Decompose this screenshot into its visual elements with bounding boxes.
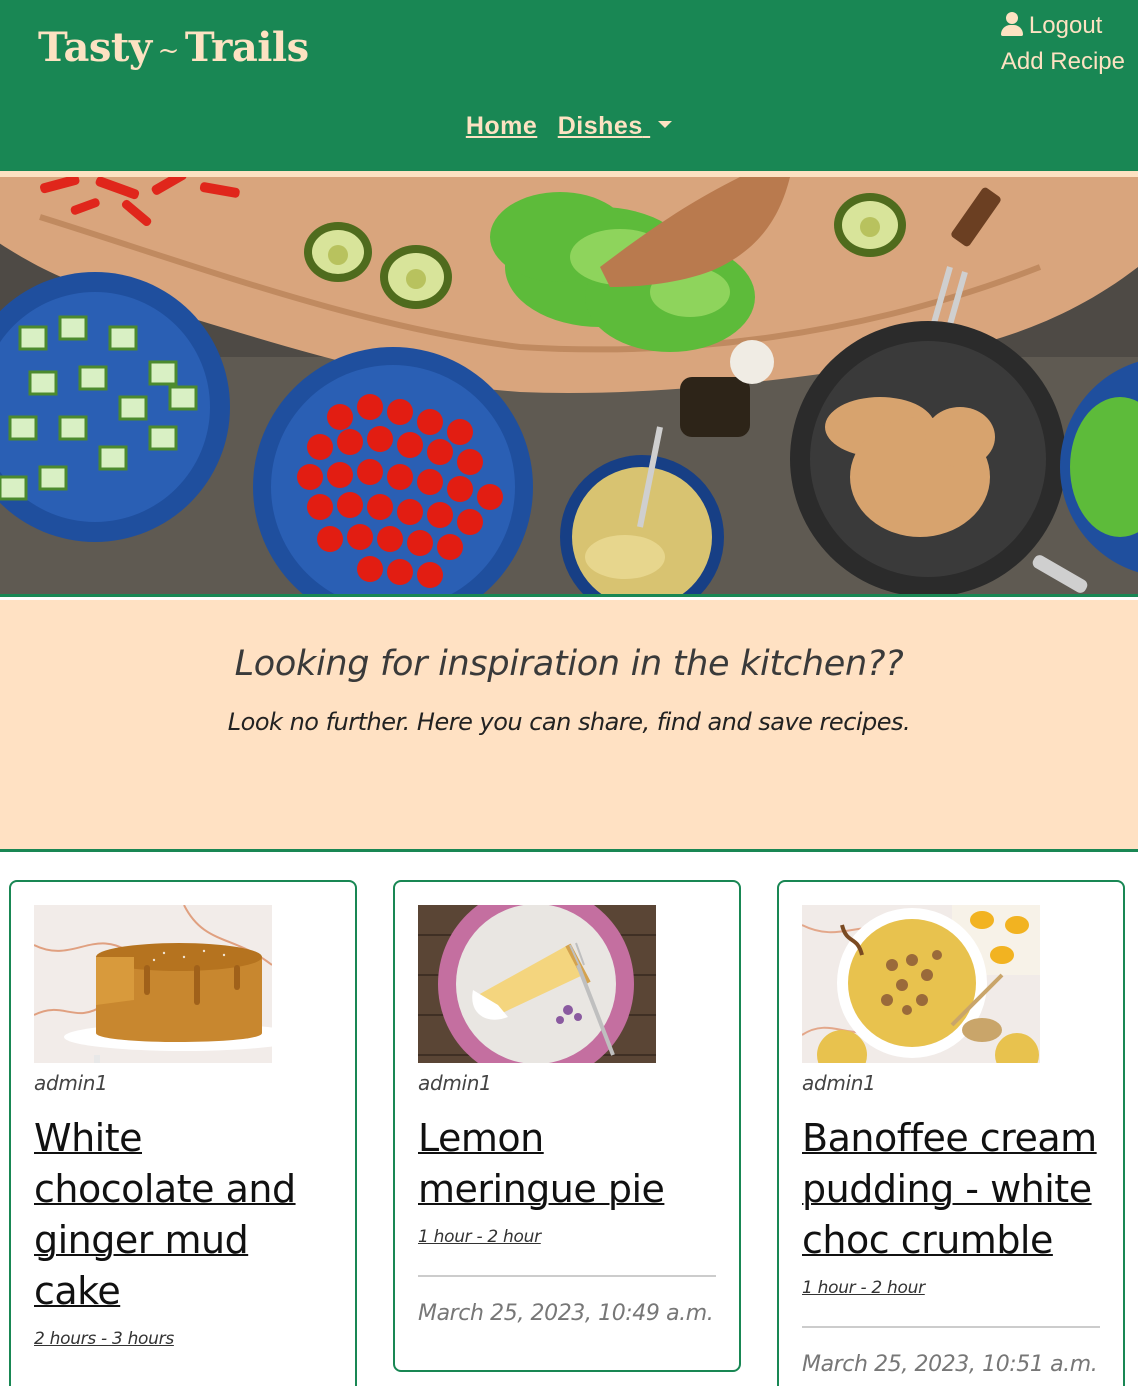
chevron-down-icon bbox=[658, 121, 673, 128]
recipe-image[interactable] bbox=[802, 905, 1040, 1063]
recipe-card: admin1 Lemon meringue pie 1 hour - 2 hou… bbox=[393, 880, 741, 1372]
intro-banner: Looking for inspiration in the kitchen??… bbox=[0, 600, 1138, 852]
recipe-image[interactable] bbox=[34, 905, 272, 1063]
recipe-time[interactable]: 2 hours - 3 hours bbox=[34, 1329, 174, 1349]
logout-label: Logout bbox=[1028, 12, 1103, 39]
add-recipe-link[interactable]: Add Recipe bbox=[1001, 44, 1125, 80]
recipe-time[interactable]: 1 hour - 2 hour bbox=[418, 1227, 541, 1247]
recipe-date: March 25, 2023, 10:51 a.m. bbox=[802, 1352, 1098, 1377]
card-divider bbox=[802, 1326, 1100, 1328]
intro-heading: Looking for inspiration in the kitchen?? bbox=[234, 644, 904, 684]
card-divider bbox=[418, 1275, 716, 1277]
recipe-title-link[interactable]: White chocolate and ginger mud cake bbox=[34, 1113, 332, 1317]
brand-word-left: Tasty bbox=[38, 24, 152, 71]
recipe-author: admin1 bbox=[418, 1071, 492, 1095]
recipe-card: admin1 White chocolate and ginger mud ca… bbox=[9, 880, 357, 1386]
recipe-time[interactable]: 1 hour - 2 hour bbox=[802, 1278, 925, 1298]
recipe-title-link[interactable]: Banoffee cream pudding - white choc crum… bbox=[802, 1113, 1100, 1266]
brand-separator: ~ bbox=[157, 36, 180, 66]
recipe-image[interactable] bbox=[418, 905, 656, 1063]
nav-dishes-dropdown[interactable]: Dishes bbox=[557, 112, 673, 140]
recipe-date: March 25, 2023, 10:49 a.m. bbox=[418, 1301, 714, 1326]
site-header: Tasty ~ Trails Logout Add Recipe Home Dish… bbox=[0, 0, 1138, 171]
user-icon bbox=[1000, 12, 1023, 36]
recipe-author: admin1 bbox=[802, 1071, 876, 1095]
brand-logo[interactable]: Tasty ~ Trails bbox=[38, 24, 309, 71]
hero-image bbox=[0, 177, 1138, 597]
logout-link[interactable]: Logout bbox=[1000, 8, 1125, 44]
nav-dishes-label: Dishes bbox=[557, 112, 643, 140]
nav-home-link[interactable]: Home bbox=[466, 112, 537, 140]
recipe-author: admin1 bbox=[34, 1071, 108, 1095]
recipe-title-link[interactable]: Lemon meringue pie bbox=[418, 1113, 716, 1215]
recipe-card: admin1 Banoffee cream pudding - white ch… bbox=[777, 880, 1125, 1386]
main-nav: Home Dishes bbox=[0, 112, 1138, 141]
intro-subheading: Look no further. Here you can share, fin… bbox=[227, 708, 911, 736]
user-links: Logout Add Recipe bbox=[1000, 8, 1125, 80]
brand-word-right: Trails bbox=[184, 24, 309, 71]
